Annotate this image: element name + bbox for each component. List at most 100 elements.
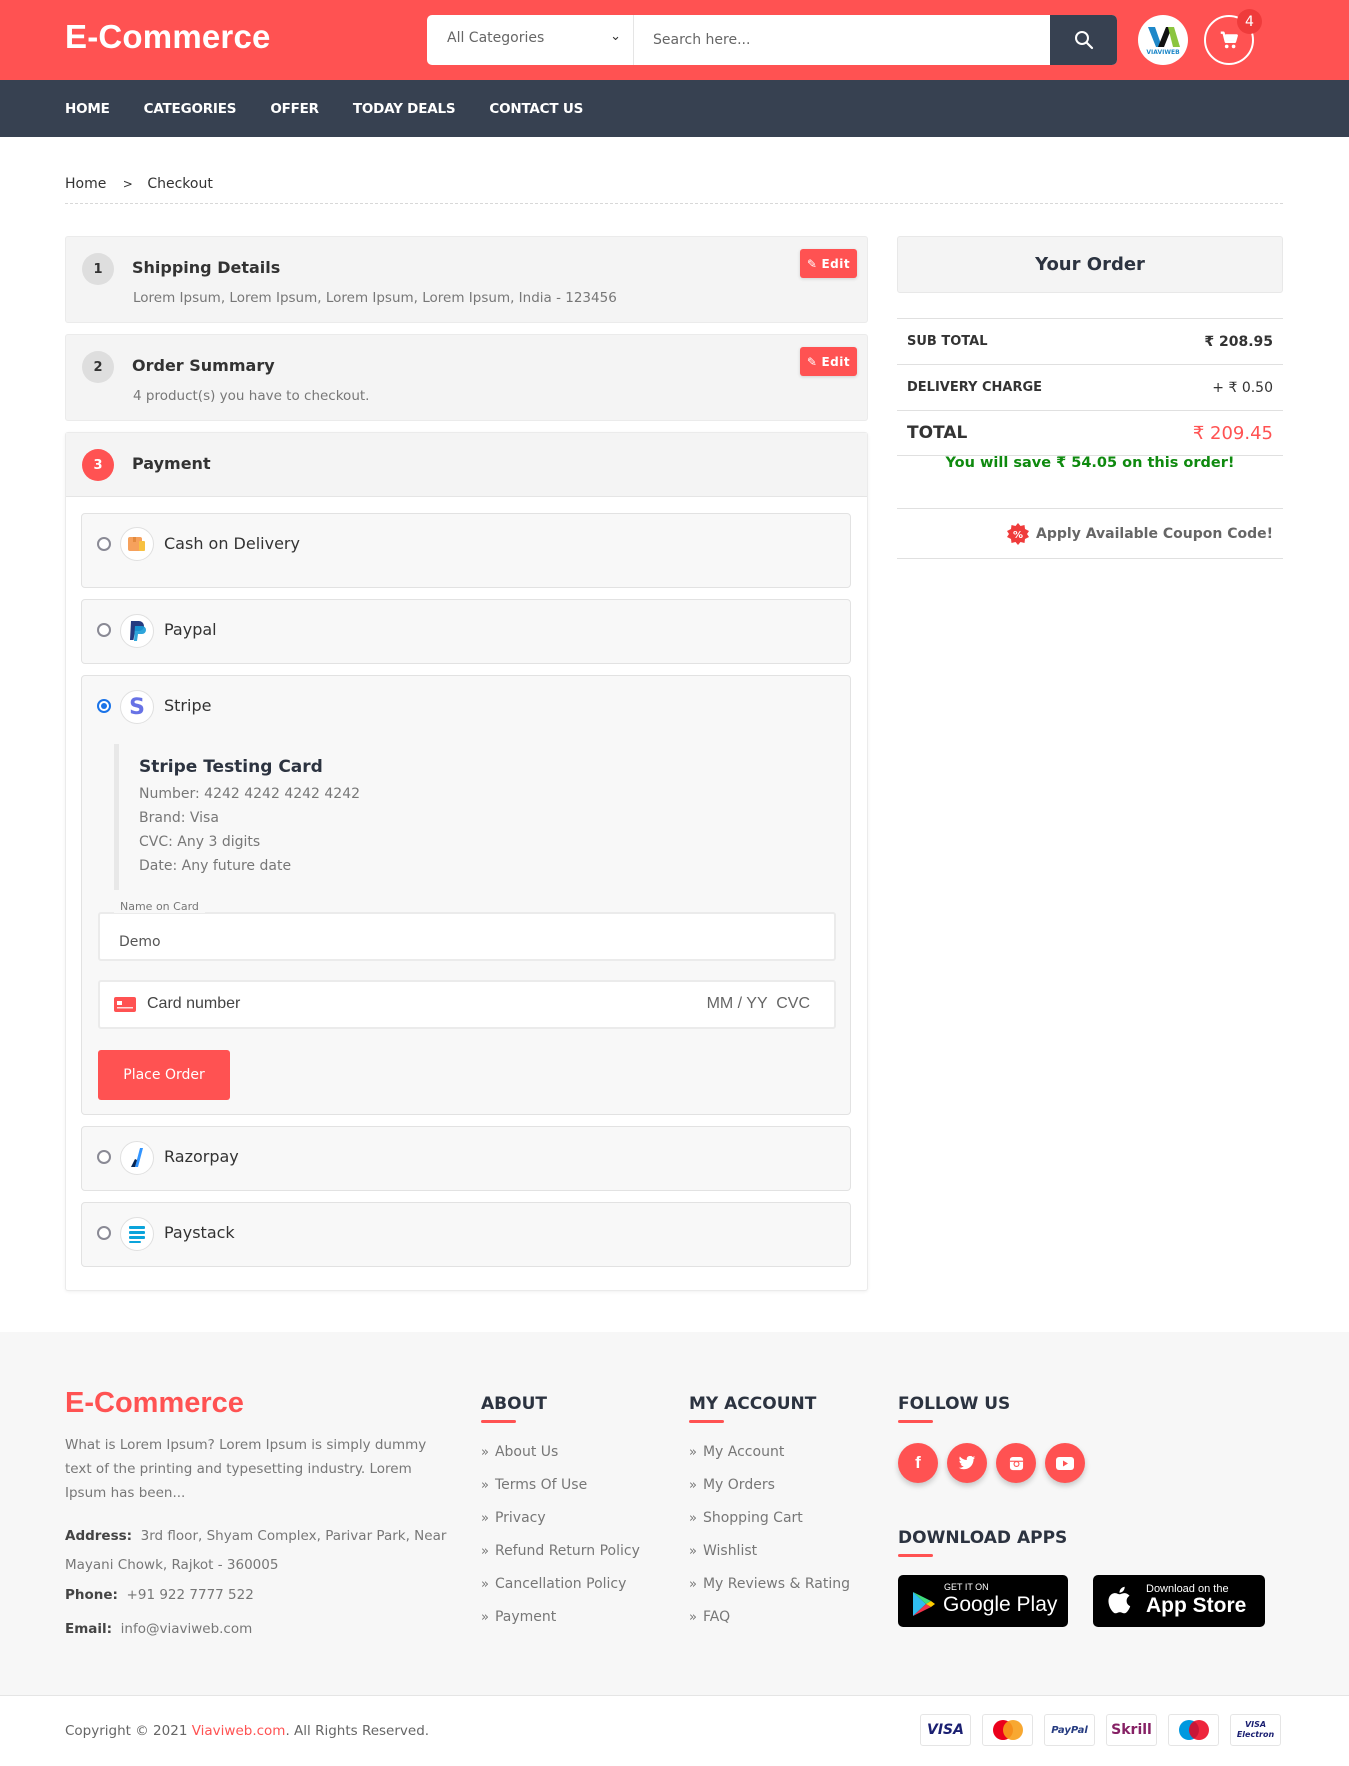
footer-link-refund[interactable]: » Refund Return Policy [481, 1543, 640, 1576]
breadcrumb: Home > Checkout [65, 176, 213, 192]
heading-underline [689, 1420, 724, 1423]
step-number: 2 [82, 351, 114, 383]
footer-link-privacy[interactable]: » Privacy [481, 1510, 640, 1543]
google-play-big-text: Google Play [943, 1593, 1058, 1616]
cart-count-badge: 4 [1237, 9, 1262, 34]
name-on-card-label: Name on Card [114, 900, 205, 913]
category-select[interactable]: All Categories ⌄ [427, 15, 634, 65]
app-store-button[interactable]: Download on the App Store [1093, 1575, 1265, 1627]
sub-total-row: SUB TOTAL ₹ 208.95 [897, 318, 1283, 364]
place-order-button[interactable]: Place Order [98, 1050, 230, 1100]
footer-link-faq[interactable]: » FAQ [689, 1609, 850, 1642]
cod-radio[interactable] [97, 537, 111, 551]
search-input[interactable] [634, 15, 1049, 65]
shipping-address: Lorem Ipsum, Lorem Ipsum, Lorem Ipsum, L… [133, 290, 617, 306]
footer-logo[interactable]: E-Commerce [65, 1387, 244, 1420]
heading-underline [898, 1554, 933, 1557]
footer-link-payment[interactable]: » Payment [481, 1609, 640, 1642]
stripe-radio[interactable] [97, 699, 111, 713]
payment-option-paypal[interactable]: Paypal [81, 599, 851, 664]
sub-total-label: SUB TOTAL [907, 334, 988, 349]
payment-option-label: Stripe [164, 696, 212, 715]
breadcrumb-home[interactable]: Home [65, 176, 106, 192]
double-chevron-icon: » [689, 1478, 697, 1493]
facebook-button[interactable]: f [898, 1443, 938, 1483]
pencil-icon: ✎ [806, 256, 818, 271]
paypal-card-icon: PayPal [1044, 1714, 1095, 1746]
test-card-number: Number: 4242 4242 4242 4242 [139, 786, 361, 802]
payment-option-label: Cash on Delivery [164, 534, 300, 553]
paypal-radio[interactable] [97, 623, 111, 637]
name-on-card-field: Name on Card [98, 900, 836, 961]
google-play-button[interactable]: GET IT ON Google Play [898, 1575, 1068, 1627]
nav-home[interactable]: HOME [65, 101, 110, 117]
payment-option-stripe[interactable]: S Stripe Stripe Testing Card Number: 424… [81, 675, 851, 1115]
nav-offer[interactable]: OFFER [270, 101, 319, 117]
double-chevron-icon: » [481, 1445, 489, 1460]
top-header: E-Commerce All Categories ⌄ VIAVIWEB 4 [0, 0, 1349, 80]
edit-shipping-button[interactable]: ✎ Edit [800, 249, 857, 278]
stripe-icon: S [120, 690, 154, 724]
payment-option-cod[interactable]: Cash on Delivery [81, 513, 851, 588]
double-chevron-icon: » [689, 1445, 697, 1460]
youtube-button[interactable] [1045, 1443, 1085, 1483]
footer: E-Commerce What is Lorem Ipsum? Lorem Ip… [0, 1332, 1349, 1696]
breadcrumb-separator: > [122, 177, 133, 191]
apply-coupon-link[interactable]: % Apply Available Coupon Code! [897, 508, 1283, 559]
search-button[interactable] [1050, 15, 1117, 65]
footer-link-my-account[interactable]: » My Account [689, 1444, 850, 1477]
heading-underline [481, 1420, 516, 1423]
double-chevron-icon: » [689, 1577, 697, 1592]
payment-option-paystack[interactable]: Paystack [81, 1202, 851, 1267]
paystack-icon [120, 1217, 154, 1251]
total-row: TOTAL ₹ 209.45 [897, 410, 1283, 456]
instagram-button[interactable] [996, 1443, 1036, 1483]
viaviweb-link[interactable]: Viaviweb.com [192, 1723, 286, 1739]
nav-categories[interactable]: CATEGORIES [144, 101, 237, 117]
instagram-icon [1009, 1456, 1023, 1470]
footer-link-my-orders[interactable]: » My Orders [689, 1477, 850, 1510]
footer-link-shopping-cart[interactable]: » Shopping Cart [689, 1510, 850, 1543]
nav-today-deals[interactable]: TODAY DEALS [353, 101, 456, 117]
name-on-card-input[interactable] [100, 914, 834, 959]
total-label: TOTAL [907, 423, 968, 443]
breadcrumb-current: Checkout [147, 176, 213, 192]
double-chevron-icon: » [481, 1511, 489, 1526]
copyright-prefix: Copyright © 2021 [65, 1723, 192, 1739]
razorpay-radio[interactable] [97, 1150, 111, 1164]
footer-link-about-us[interactable]: » About Us [481, 1444, 640, 1477]
footer-phone: Phone: +91 922 7777 522 [65, 1581, 465, 1610]
delivery-charge-value: + ₹ 0.50 [1212, 379, 1273, 396]
app-store-big-text: App Store [1146, 1594, 1247, 1617]
svg-text:VIAVIWEB: VIAVIWEB [1146, 49, 1180, 56]
user-avatar[interactable]: VIAVIWEB [1138, 15, 1188, 65]
edit-order-button[interactable]: ✎ Edit [800, 347, 857, 376]
card-number-field[interactable]: Card number MM / YY CVC [98, 980, 836, 1029]
footer-link-reviews[interactable]: » My Reviews & Rating [689, 1576, 850, 1609]
sub-total-value: ₹ 208.95 [1204, 333, 1273, 350]
nav-contact-us[interactable]: CONTACT US [489, 101, 583, 117]
footer-address: Address: 3rd floor, Shyam Complex, Pariv… [65, 1522, 465, 1580]
twitter-button[interactable] [947, 1443, 987, 1483]
footer-link-wishlist[interactable]: » Wishlist [689, 1543, 850, 1576]
double-chevron-icon: » [481, 1577, 489, 1592]
about-heading: ABOUT [481, 1394, 547, 1414]
footer-link-terms[interactable]: » Terms Of Use [481, 1477, 640, 1510]
total-value: ₹ 209.45 [1192, 422, 1273, 444]
delivery-charge-label: DELIVERY CHARGE [907, 380, 1043, 395]
twitter-icon [958, 1455, 976, 1469]
footer-email: Email: info@viaviweb.com [65, 1615, 465, 1644]
payment-option-label: Paypal [164, 620, 217, 639]
site-logo[interactable]: E-Commerce [65, 18, 271, 56]
email-value[interactable]: info@viaviweb.com [121, 1621, 253, 1637]
paystack-radio[interactable] [97, 1226, 111, 1240]
test-card-brand: Brand: Visa [139, 810, 219, 826]
double-chevron-icon: » [689, 1610, 697, 1625]
footer-link-cancellation[interactable]: » Cancellation Policy [481, 1576, 640, 1609]
chevron-down-icon: ⌄ [610, 29, 621, 44]
paypal-icon [120, 614, 154, 648]
payment-option-razorpay[interactable]: Razorpay [81, 1126, 851, 1191]
credit-card-icon [114, 997, 136, 1012]
delivery-charge-row: DELIVERY CHARGE + ₹ 0.50 [897, 364, 1283, 410]
cash-delivery-icon [120, 527, 154, 561]
